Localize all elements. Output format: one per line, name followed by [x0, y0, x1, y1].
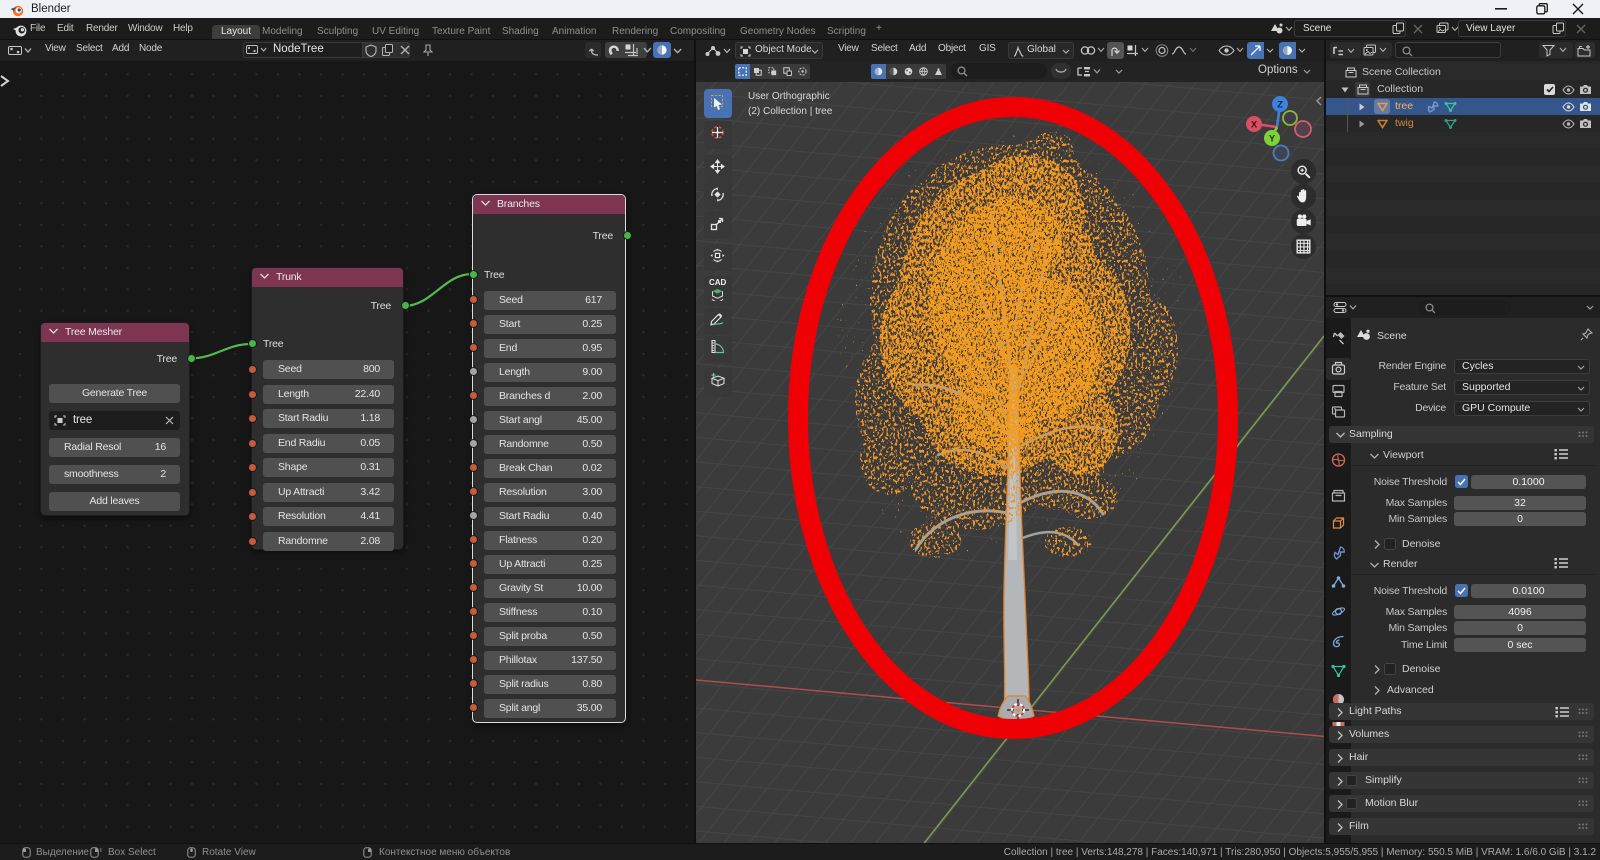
svg-text:Z: Z [1277, 100, 1283, 111]
svg-text:X: X [1251, 120, 1258, 131]
svg-text:Y: Y [1269, 134, 1276, 145]
